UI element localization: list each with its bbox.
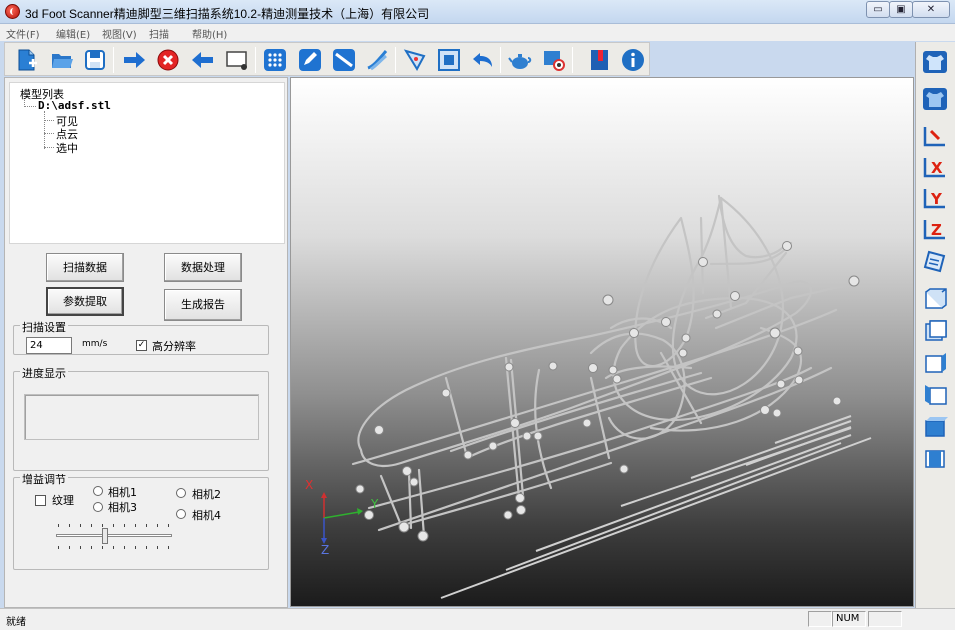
cube-front-icon[interactable] — [922, 287, 948, 311]
scan-settings-legend: 扫描设置 — [20, 319, 68, 335]
triangle-select-icon[interactable] — [403, 48, 427, 72]
shirt-front-icon[interactable] — [922, 50, 948, 74]
slider-ticks-top — [58, 524, 170, 527]
high-res-checkbox[interactable]: ✓ — [136, 340, 147, 351]
status-cell-empty — [808, 611, 832, 627]
axis-cursor-icon[interactable] — [922, 124, 948, 148]
undo-icon[interactable] — [471, 48, 495, 72]
view-toolbar: X Y Z — [915, 42, 955, 610]
camera1-radio[interactable] — [93, 486, 103, 496]
status-bar: 就绪 NUM — [0, 608, 955, 630]
gain-slider-thumb[interactable] — [101, 528, 108, 544]
gain-legend: 增益调节 — [20, 471, 68, 487]
main-toolbar — [4, 42, 650, 76]
param-extract-button[interactable]: 参数提取 — [46, 287, 124, 316]
arrow-left-icon[interactable] — [191, 48, 215, 72]
texture-label: 纹理 — [52, 494, 74, 507]
axis-x-icon[interactable]: X — [922, 155, 948, 179]
screen-icon[interactable] — [225, 48, 249, 72]
minimize-button[interactable]: ▭ — [866, 1, 890, 18]
progress-legend: 进度显示 — [20, 365, 68, 381]
data-process-button[interactable]: 数据处理 — [164, 253, 242, 282]
edit-icon[interactable] — [298, 48, 322, 72]
cube-left-icon[interactable] — [922, 383, 948, 407]
axis-z-icon[interactable]: Z — [922, 217, 948, 241]
progress-group: 进度显示 — [13, 365, 269, 471]
tree-item-selected[interactable]: 选中 — [56, 140, 78, 156]
axis-gizmo — [321, 492, 363, 544]
axis-z-label: Z — [321, 543, 329, 557]
camera2-radio[interactable] — [176, 488, 186, 498]
stripes-icon[interactable] — [365, 48, 389, 72]
foot-wireframe: X Y Z — [305, 194, 872, 599]
axis-y-icon[interactable]: Y — [922, 186, 948, 210]
scan-settings-group: 扫描设置 mm/s ✓ 高分辨率 — [13, 319, 269, 355]
tree-file-node[interactable]: D:\adsf.stl — [38, 99, 111, 112]
progress-display — [24, 394, 259, 440]
svg-text:Y: Y — [930, 190, 943, 208]
cube-bottom-icon[interactable] — [922, 447, 948, 471]
camera2-label: 相机2 — [192, 488, 221, 501]
menu-edit[interactable]: 编辑(E) — [56, 26, 90, 41]
book-icon[interactable] — [588, 48, 612, 72]
menu-file[interactable]: 文件(F) — [6, 26, 40, 41]
gain-slider-track[interactable] — [56, 534, 172, 537]
status-num-indicator: NUM — [832, 611, 866, 627]
speed-input[interactable] — [26, 337, 72, 354]
svg-text:X: X — [931, 159, 943, 177]
camera1-label: 相机1 — [108, 486, 137, 499]
axis-x-label: X — [305, 478, 313, 492]
left-panel: 模型列表 D:\adsf.stl 可见 点云 选中 扫描数据 数据处理 参数提取… — [4, 77, 288, 608]
app-logo-icon — [5, 4, 20, 19]
menu-scan[interactable]: 扫描 — [149, 26, 169, 41]
maximize-button[interactable]: ▣ — [889, 1, 913, 18]
cube-right-icon[interactable] — [922, 351, 948, 375]
slope-icon[interactable] — [332, 48, 356, 72]
stop-icon[interactable] — [156, 48, 180, 72]
camera4-label: 相机4 — [192, 509, 221, 522]
menu-bar: 文件(F) 编辑(E) 视图(V) 扫描 帮助(H) — [0, 24, 955, 41]
model-tree: 模型列表 D:\adsf.stl 可见 点云 选中 — [9, 82, 285, 244]
arrow-right-icon[interactable] — [122, 48, 146, 72]
slider-ticks-bottom — [58, 546, 170, 549]
axis-y-label: Y — [370, 497, 379, 511]
save-icon[interactable] — [83, 48, 107, 72]
svg-text:Z: Z — [931, 221, 942, 239]
info-icon[interactable] — [621, 48, 645, 72]
close-button[interactable]: ✕ — [912, 1, 950, 18]
dots-grid-icon[interactable] — [263, 48, 287, 72]
gen-report-button[interactable]: 生成报告 — [164, 289, 242, 321]
teapot-icon[interactable] — [508, 48, 532, 72]
gain-group: 增益调节 纹理 相机1 相机3 相机2 相机4 — [13, 471, 269, 570]
notes-icon[interactable] — [922, 249, 948, 273]
speed-unit: mm/s — [82, 339, 108, 349]
shirt-back-icon[interactable] — [922, 87, 948, 111]
camera3-label: 相机3 — [108, 501, 137, 514]
new-file-icon[interactable] — [15, 48, 39, 72]
3d-viewport[interactable]: X Y Z — [290, 77, 914, 607]
camera3-radio[interactable] — [93, 502, 103, 512]
view-eye-icon[interactable] — [542, 48, 566, 72]
window-title: 3d Foot Scanner精迪脚型三维扫描系统10.2-精迪测量技术（上海）… — [25, 7, 430, 21]
texture-checkbox[interactable] — [35, 495, 46, 506]
scan-data-button[interactable]: 扫描数据 — [46, 253, 124, 282]
status-ready-text: 就绪 — [6, 617, 26, 628]
open-folder-icon[interactable] — [50, 48, 74, 72]
title-bar: 3d Foot Scanner精迪脚型三维扫描系统10.2-精迪测量技术（上海）… — [0, 0, 955, 24]
menu-help[interactable]: 帮助(H) — [192, 26, 227, 41]
cube-back-icon[interactable] — [922, 319, 948, 343]
camera4-radio[interactable] — [176, 509, 186, 519]
status-cell-scroll — [868, 611, 902, 627]
frame-select-icon[interactable] — [437, 48, 461, 72]
cube-top-icon[interactable] — [922, 415, 948, 439]
menu-view[interactable]: 视图(V) — [102, 26, 137, 41]
high-res-label: 高分辨率 — [152, 340, 196, 353]
